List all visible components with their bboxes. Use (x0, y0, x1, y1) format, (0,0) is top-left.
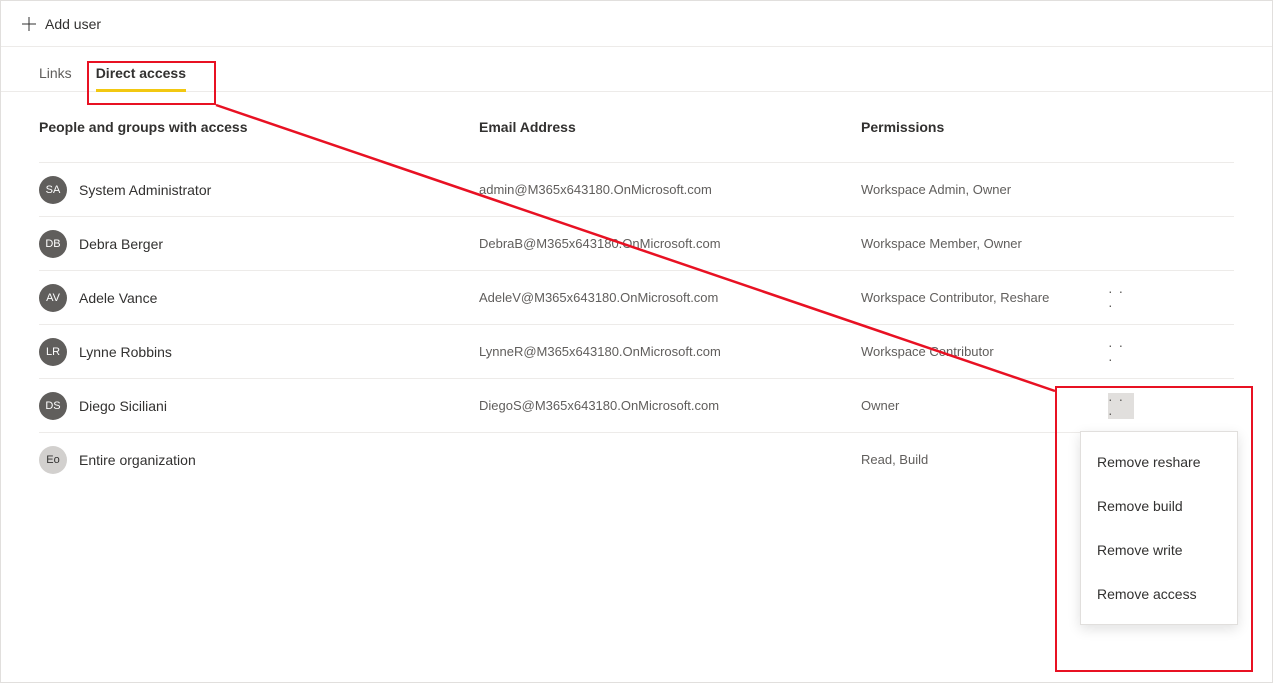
add-user-button[interactable]: Add user (21, 16, 101, 32)
user-email: DiegoS@M365x643180.OnMicrosoft.com (479, 398, 861, 413)
ellipsis-icon: · · · (1108, 338, 1134, 366)
header-email: Email Address (479, 119, 861, 135)
user-name: Lynne Robbins (79, 344, 172, 360)
table-row: DB Debra Berger DebraB@M365x643180.OnMicro… (39, 216, 1234, 270)
user-name: Debra Berger (79, 236, 163, 252)
user-permissions: Owner (861, 398, 1091, 413)
user-permissions: Read, Build (861, 452, 1091, 467)
user-name: Diego Siciliani (79, 398, 167, 414)
toolbar: Add user (1, 1, 1272, 47)
ellipsis-icon: · · · (1108, 284, 1134, 312)
add-user-label: Add user (45, 16, 101, 32)
user-email: AdeleV@M365x643180.OnMicrosoft.com (479, 290, 861, 305)
avatar: DS (39, 392, 67, 420)
user-name: Entire organization (79, 452, 196, 468)
user-name: Adele Vance (79, 290, 157, 306)
header-permissions: Permissions (861, 119, 1091, 135)
table-row: Eo Entire organization Read, Build (39, 432, 1234, 486)
user-permissions: Workspace Contributor, Reshare (861, 290, 1091, 305)
ellipsis-icon: · · · (1108, 392, 1134, 420)
user-permissions: Workspace Member, Owner (861, 236, 1091, 251)
plus-icon (21, 16, 37, 32)
menu-item-remove-reshare[interactable]: Remove reshare (1081, 440, 1237, 484)
user-name: System Administrator (79, 182, 211, 198)
user-permissions: Workspace Admin, Owner (861, 182, 1091, 197)
context-menu: Remove reshare Remove build Remove write… (1080, 431, 1238, 625)
more-actions-button[interactable]: · · · (1108, 339, 1134, 365)
user-email: admin@M365x643180.OnMicrosoft.com (479, 182, 861, 197)
user-permissions: Workspace Contributor (861, 344, 1091, 359)
table-row: SA System Administrator admin@M365x643180.… (39, 162, 1234, 216)
header-people: People and groups with access (39, 119, 479, 135)
more-actions-button[interactable]: · · · (1108, 285, 1134, 311)
table-row: DS Diego Siciliani DiegoS@M365x643180.OnMi… (39, 378, 1234, 432)
more-actions-button[interactable]: · · · (1108, 393, 1134, 419)
tab-links[interactable]: Links (39, 65, 72, 91)
tab-direct-access[interactable]: Direct access (96, 65, 186, 91)
avatar: SA (39, 176, 67, 204)
menu-item-remove-write[interactable]: Remove write (1081, 528, 1237, 572)
user-email: DebraB@M365x643180.OnMicrosoft.com (479, 236, 861, 251)
table-header: People and groups with access Email Addr… (39, 92, 1234, 162)
table-row: AV Adele Vance AdeleV@M365x643180.OnMicros… (39, 270, 1234, 324)
tabs: Links Direct access (1, 47, 1272, 92)
avatar: AV (39, 284, 67, 312)
avatar: LR (39, 338, 67, 366)
avatar: DB (39, 230, 67, 258)
avatar: Eo (39, 446, 67, 474)
table-row: LR Lynne Robbins LynneR@M365x643180.OnMicr… (39, 324, 1234, 378)
user-email: LynneR@M365x643180.OnMicrosoft.com (479, 344, 861, 359)
permissions-panel: Add user Links Direct access People and … (0, 0, 1273, 683)
menu-item-remove-build[interactable]: Remove build (1081, 484, 1237, 528)
menu-item-remove-access[interactable]: Remove access (1081, 572, 1237, 616)
access-table: People and groups with access Email Addr… (1, 92, 1272, 486)
